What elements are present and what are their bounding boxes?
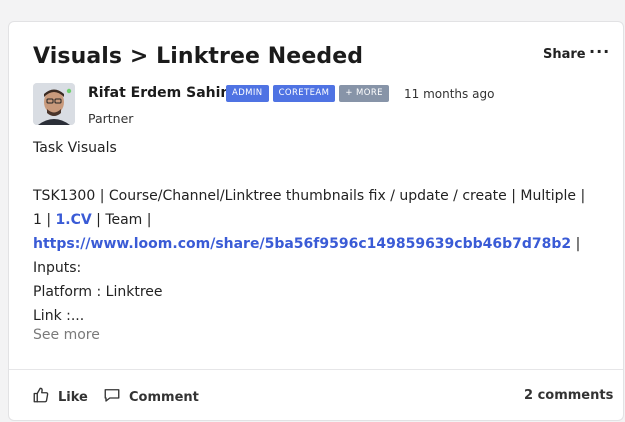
body-line: Link :... — [33, 308, 85, 324]
body-text-segment: | — [571, 236, 581, 252]
body-text-segment: | Team | — [91, 212, 152, 228]
more-badges-button[interactable]: + MORE — [339, 85, 389, 102]
thumbs-up-icon — [32, 386, 50, 408]
comments-count-link[interactable]: 2 comments — [524, 388, 613, 403]
divider — [9, 369, 623, 370]
body-line: 1 | 1.CV | Team | — [33, 208, 603, 232]
see-more-link[interactable]: See more — [33, 327, 100, 343]
like-label: Like — [58, 389, 88, 405]
body-line: https://www.loom.com/share/5ba56f9596c14… — [33, 232, 603, 256]
author-name[interactable]: Rifat Erdem Sahin — [88, 85, 230, 101]
author-role: Partner — [88, 111, 134, 126]
body-line: Platform : Linktree — [33, 284, 163, 300]
like-button[interactable]: Like — [32, 386, 88, 408]
post-card: Visuals > Linktree Needed Share ··· Rifa… — [8, 21, 624, 421]
cv-link[interactable]: 1.CV — [56, 212, 92, 228]
body-line: Inputs: — [33, 260, 82, 276]
comment-button[interactable]: Comment — [103, 386, 199, 408]
post-title: Visuals > Linktree Needed — [33, 44, 364, 69]
post-timestamp[interactable]: 11 months ago — [404, 87, 494, 101]
comment-label: Comment — [129, 389, 199, 405]
coreteam-badge: CORETEAM — [272, 85, 336, 102]
comment-icon — [103, 386, 121, 408]
body-line: TSK1300 | Course/Channel/Linktree thumbn… — [33, 188, 586, 204]
post-body: Task Visuals TSK1300 | Course/Channel/Li… — [33, 136, 603, 328]
share-button[interactable]: Share — [543, 47, 586, 62]
loom-link[interactable]: https://www.loom.com/share/5ba56f9596c14… — [33, 236, 571, 252]
body-text-segment: 1 | — [33, 212, 56, 228]
more-options-icon[interactable]: ··· — [589, 42, 610, 61]
admin-badge: ADMIN — [226, 85, 269, 102]
body-line: Task Visuals — [33, 140, 117, 156]
author-badges: ADMIN CORETEAM + MORE — [226, 85, 389, 102]
avatar[interactable] — [33, 83, 75, 125]
